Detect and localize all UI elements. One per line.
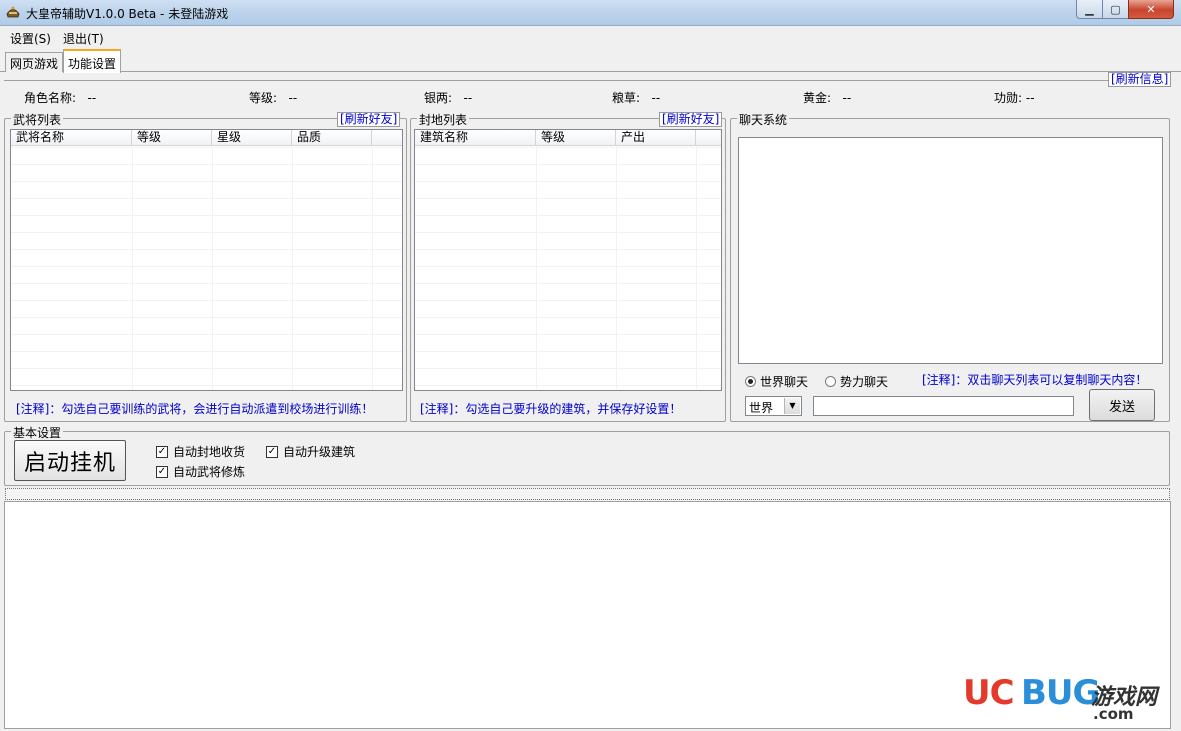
checkbox-auto-harvest-box[interactable]: ✓ <box>156 445 168 458</box>
watermark-domain: .com <box>1093 705 1134 723</box>
chat-note: [注释]：双击聊天列表可以复制聊天内容！ <box>922 373 1148 387</box>
tab-function-settings[interactable]: 功能设置 <box>63 49 122 73</box>
radio-world-chat[interactable]: 世界聊天 <box>745 373 808 390</box>
generals-group-title: 武将列表 <box>11 111 64 128</box>
basic-settings-title: 基本设置 <box>11 424 64 441</box>
radio-world-label: 世界聊天 <box>760 375 809 389</box>
tab-web-game[interactable]: 网页游戏 <box>5 52 64 72</box>
checkbox-auto-harvest[interactable]: ✓ 自动封地收货 <box>156 443 245 460</box>
radio-faction-chat[interactable]: 势力聊天 <box>825 373 888 390</box>
generals-list-header: 武将名称 等级 星级 品质 <box>11 130 402 146</box>
generals-col-stars[interactable]: 星级 <box>212 130 292 146</box>
maximize-button[interactable]: ▢ <box>1102 0 1129 19</box>
info-silver: 银两: -- <box>424 91 473 105</box>
fiefs-col-level[interactable]: 等级 <box>536 130 616 146</box>
chat-message-input[interactable] <box>813 396 1074 416</box>
menu-bar: 设置(S) 退出(T) <box>0 27 1181 48</box>
info-role-name: 角色名称: -- <box>24 91 97 105</box>
fiefs-col-building[interactable]: 建筑名称 <box>415 130 536 146</box>
generals-col-name[interactable]: 武将名称 <box>11 130 132 146</box>
start-auto-button[interactable]: 启动挂机 <box>14 440 126 481</box>
close-icon: ✕ <box>1146 2 1156 16</box>
radio-faction-dot[interactable] <box>825 376 836 387</box>
checkbox-auto-upgrade[interactable]: ✓ 自动升级建筑 <box>266 443 355 460</box>
fiefs-list-header: 建筑名称 等级 产出 <box>415 130 721 146</box>
log-header-bar <box>5 488 1170 500</box>
fiefs-list[interactable]: 建筑名称 等级 产出 <box>414 129 722 391</box>
send-button[interactable]: 发送 <box>1089 389 1155 421</box>
fiefs-list-rows <box>415 147 721 390</box>
info-grain: 粮草: -- <box>612 91 661 105</box>
menu-settings[interactable]: 设置(S) <box>10 30 51 47</box>
watermark-uc: UC <box>963 673 1015 713</box>
chevron-down-icon[interactable]: ▼ <box>784 398 800 414</box>
generals-list-rows <box>11 147 402 390</box>
chat-message-list[interactable] <box>738 137 1163 364</box>
maximize-icon: ▢ <box>1110 2 1121 16</box>
chat-channel-value: 世界 <box>749 401 774 415</box>
info-gold: 黄金: -- <box>803 91 852 105</box>
checkbox-auto-train-box[interactable]: ✓ <box>156 465 168 478</box>
generals-col-quality[interactable]: 品质 <box>292 130 372 146</box>
checkbox-auto-harvest-label: 自动封地收货 <box>173 445 246 459</box>
chat-channel-select[interactable]: 世界 ▼ <box>745 396 802 416</box>
tab-strip: 网页游戏 功能设置 <box>0 49 1181 73</box>
checkbox-auto-upgrade-label: 自动升级建筑 <box>283 445 356 459</box>
title-bar: 大皇帝辅助V1.0.0 Beta - 未登陆游戏 ▁ ▢ ✕ <box>0 0 1181 26</box>
checkbox-auto-train-label: 自动武将修炼 <box>173 465 246 479</box>
generals-refresh-link[interactable]: [刷新好友] <box>337 112 401 127</box>
minimize-button[interactable]: ▁ <box>1076 0 1103 19</box>
window-title: 大皇帝辅助V1.0.0 Beta - 未登陆游戏 <box>26 7 229 21</box>
fiefs-note: [注释]：勾选自己要升级的建筑，并保存好设置！ <box>420 402 682 416</box>
app-helmet-icon <box>6 6 20 18</box>
generals-col-level[interactable]: 等级 <box>132 130 212 146</box>
info-merit: 功勋: -- <box>994 91 1035 105</box>
generals-list[interactable]: 武将名称 等级 星级 品质 <box>10 129 403 391</box>
fiefs-refresh-link[interactable]: [刷新好友] <box>659 112 723 127</box>
fiefs-group-title: 封地列表 <box>417 111 470 128</box>
watermark-bug: BUG <box>1021 673 1100 713</box>
radio-world-dot[interactable] <box>745 376 756 387</box>
fiefs-col-output[interactable]: 产出 <box>616 130 696 146</box>
minimize-icon: ▁ <box>1085 2 1094 16</box>
radio-faction-label: 势力聊天 <box>840 375 889 389</box>
checkbox-auto-upgrade-box[interactable]: ✓ <box>266 445 278 458</box>
generals-note: [注释]：勾选自己要训练的武将，会进行自动派遣到校场进行训练！ <box>16 402 374 416</box>
close-button[interactable]: ✕ <box>1128 0 1174 19</box>
ucbug-watermark: UC BUG 游戏网 .com <box>963 673 1173 728</box>
info-level: 等级: -- <box>249 91 298 105</box>
chat-group-title: 聊天系统 <box>737 111 790 128</box>
refresh-info-link[interactable]: [刷新信息] <box>1108 72 1172 87</box>
menu-exit[interactable]: 退出(T) <box>63 30 104 47</box>
checkbox-auto-train[interactable]: ✓ 自动武将修炼 <box>156 463 245 480</box>
